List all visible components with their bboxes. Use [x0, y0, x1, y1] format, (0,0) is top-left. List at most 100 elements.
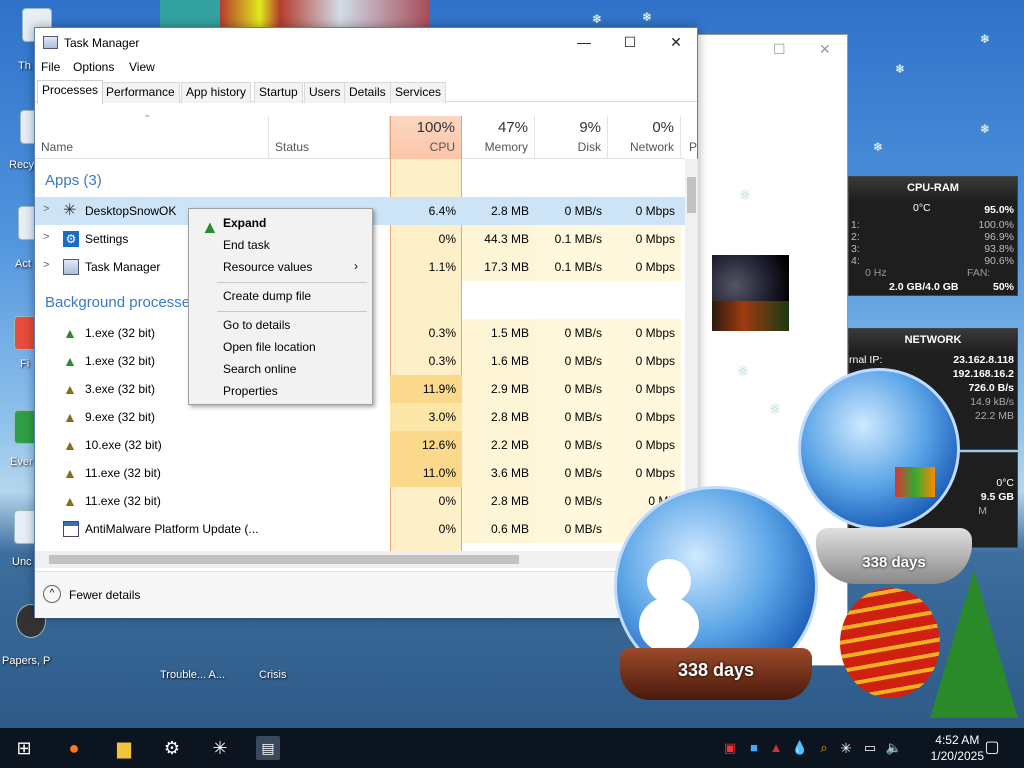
horizontal-scrollbar[interactable] — [35, 551, 685, 568]
process-disk: 0 MB/s — [535, 515, 608, 543]
tray-search-icon[interactable]: ⌕ — [812, 736, 836, 760]
menu-options[interactable]: Options — [73, 60, 114, 74]
tray-icon-1[interactable]: ▣ — [718, 736, 742, 760]
system-clock[interactable]: 4:52 AM 1/20/2025 — [931, 732, 984, 764]
vertical-scroll-thumb[interactable] — [687, 177, 696, 213]
col-network[interactable]: 0% Network — [608, 116, 681, 159]
menu-file[interactable]: File — [41, 60, 60, 74]
process-disk: 0 MB/s — [535, 431, 608, 459]
menu-item-search-online[interactable]: Search online — [223, 362, 296, 376]
expand-chevron-icon[interactable]: > — [43, 259, 49, 271]
snow-globe-front-base: 338 days — [620, 648, 812, 700]
expand-chevron-icon[interactable]: > — [43, 203, 49, 215]
process-cpu: 11.9% — [390, 375, 462, 403]
process-memory: 2.8 MB — [462, 403, 535, 431]
process-cpu: 11.0% — [390, 459, 462, 487]
expand-chevron-icon[interactable]: > — [43, 231, 49, 243]
task-manager-taskbar-icon[interactable]: ▤ — [256, 736, 280, 760]
tab-details[interactable]: Details — [344, 82, 391, 103]
menu-view[interactable]: View — [129, 60, 155, 74]
network-icon[interactable]: ▭ — [858, 736, 882, 760]
process-cpu: 0.3% — [428, 354, 456, 368]
snowflake-icon: ❄ — [873, 140, 884, 154]
tab-processes[interactable]: Processes — [37, 80, 104, 104]
cpu-ram-gadget[interactable]: CPU-RAM 0°C 95.0% 1: 100.0% 2: 96.9% 3: … — [848, 176, 1018, 296]
maximize-icon[interactable]: ☐ — [773, 41, 786, 58]
tray-drop-icon[interactable]: 💧 — [788, 736, 812, 760]
col-name-label: Name — [41, 140, 74, 154]
menu-item-expand[interactable]: Expand — [223, 216, 266, 230]
snowman-body — [639, 597, 699, 653]
start-windows-icon[interactable]: ⊞ — [12, 736, 36, 760]
tab-users[interactable]: Users — [304, 82, 346, 103]
settings-gear-icon[interactable]: ⚙ — [160, 736, 184, 760]
process-cpu: 12.6% — [390, 431, 462, 459]
tree-icon: ▲ — [63, 409, 77, 425]
process-memory: 44.3 MB — [462, 225, 535, 253]
process-row[interactable]: ▲ 11.exe (32 bit) 11.0% 3.6 MB 0 MB/s 0 … — [35, 459, 685, 487]
memory-total: 47% — [497, 119, 528, 136]
days-counter-front: 338 days — [677, 660, 755, 680]
menu-item-go-to-details[interactable]: Go to details — [223, 318, 290, 332]
process-row[interactable]: ▲ 9.exe (32 bit) 3.0% 2.8 MB 0 MB/s 0 Mb… — [35, 403, 685, 431]
close-icon[interactable]: ✕ — [819, 41, 831, 58]
column-header-row: ⌃ Name Status 100% CPU 47% Memory 9% Dis… — [35, 114, 697, 159]
volume-icon[interactable]: 🔈 — [882, 736, 906, 760]
process-disk: 0 MB/s — [535, 319, 608, 347]
snow-globe-back — [798, 368, 960, 530]
minimize-button[interactable]: — — [561, 28, 607, 57]
menu-bar: File Options View — [35, 58, 697, 78]
clock-time: 4:52 AM — [935, 733, 980, 747]
menu-item-resource-values[interactable]: Resource values — [223, 260, 312, 274]
col-cpu[interactable]: 100% CPU — [390, 116, 462, 159]
clock-date: 1/20/2025 — [930, 749, 984, 763]
process-cpu: 0% — [438, 522, 456, 536]
menu-item-create-dump-file[interactable]: Create dump file — [223, 289, 311, 303]
tab-services[interactable]: Services — [390, 82, 447, 103]
tray-icon-2[interactable]: ■ — [742, 736, 766, 760]
close-button[interactable]: ✕ — [653, 28, 699, 57]
tray-icon-3[interactable]: ▲ — [764, 736, 788, 760]
file-explorer-icon[interactable]: ▆ — [112, 736, 136, 760]
col-power-label: P — [689, 140, 698, 154]
desktop-icon-label: Papers, P — [2, 655, 51, 667]
menu-item-properties[interactable]: Properties — [223, 384, 278, 398]
process-row[interactable]: AntiMalware Platform Update (... 0% 0.6 … — [35, 515, 685, 543]
col-status[interactable]: Status — [269, 116, 390, 159]
process-memory: 0.6 MB — [462, 515, 535, 543]
desktop-icon-label: Act — [15, 258, 31, 270]
chevron-up-icon[interactable]: ^ — [43, 585, 61, 603]
cpu-label: CPU — [429, 140, 455, 154]
tab-performance[interactable]: Performance — [101, 82, 180, 103]
snowflake-app-icon[interactable]: ✳ — [208, 736, 232, 760]
desktop-icon-label: Crisis — [259, 669, 287, 681]
process-network: 0 Mbps — [608, 225, 681, 253]
col-name[interactable]: Name — [35, 116, 269, 159]
notification-icon[interactable]: ▢ — [980, 736, 1004, 760]
title-bar[interactable]: Task Manager — ☐ ✕ — [35, 28, 697, 58]
maximize-button[interactable]: ☐ — [607, 28, 653, 57]
tab-startup[interactable]: Startup — [254, 82, 303, 103]
core-1-label: 1: — [851, 219, 860, 231]
desktop-icon-label: Th — [18, 60, 31, 72]
menu-item-open-file-location[interactable]: Open file location — [223, 340, 316, 354]
process-row[interactable]: ▲ 10.exe (32 bit) 12.6% 2.2 MB 0 MB/s 0 … — [35, 431, 685, 459]
snowflake-icon: ❄ — [642, 10, 653, 24]
context-menu: ▲ Expand End task Resource values › Crea… — [188, 208, 373, 405]
col-disk[interactable]: 9% Disk — [535, 116, 608, 159]
firefox-icon[interactable]: ● — [62, 736, 86, 760]
horizontal-scroll-thumb[interactable] — [49, 555, 519, 564]
core-3-label: 3: — [851, 243, 860, 255]
core-1-value: 100.0% — [978, 219, 1014, 231]
tray-snowflake-icon[interactable]: ✳ — [834, 736, 858, 760]
process-network: 0 Mbps — [608, 431, 681, 459]
disk-total: 9% — [579, 119, 601, 136]
tree-icon: ▲ — [201, 217, 219, 237]
process-name: 11.exe (32 bit) — [85, 494, 161, 508]
col-memory[interactable]: 47% Memory — [462, 116, 535, 159]
gift-boxes-icon — [895, 467, 935, 497]
process-row[interactable]: ▲ 11.exe (32 bit) 0% 2.8 MB 0 MB/s 0 Mb — [35, 487, 685, 515]
fewer-details-link[interactable]: Fewer details — [69, 588, 140, 602]
menu-item-end-task[interactable]: End task — [223, 238, 270, 252]
tab-app-history[interactable]: App history — [181, 82, 252, 103]
